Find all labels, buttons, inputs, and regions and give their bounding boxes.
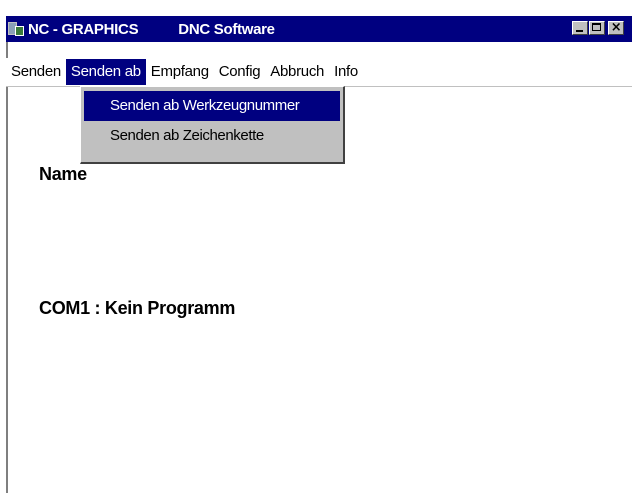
menu-item-senden-ab-werkzeugnummer[interactable]: Senden ab Werkzeugnummer [84,91,340,121]
menu-abbruch[interactable]: Abbruch [265,59,329,85]
menu-info[interactable]: Info [329,59,363,85]
menu-item-senden-ab-zeichenkette[interactable]: Senden ab Zeichenkette [84,121,340,151]
menu-senden-ab[interactable]: Senden ab [65,59,146,85]
window-controls: × [572,21,625,35]
title-bar[interactable]: NC - GRAPHICS DNC Software × [6,16,632,42]
maximize-icon[interactable] [589,21,605,35]
menu-config[interactable]: Config [214,59,266,85]
status-text: COM1 : Kein Programm [39,298,236,318]
menu-empfang[interactable]: Empfang [146,59,214,85]
senden-ab-dropdown: Senden ab Werkzeugnummer Senden ab Zeich… [80,86,345,164]
window-subtitle: DNC Software [178,20,275,38]
name-label: Name [39,164,87,184]
minimize-icon[interactable] [572,21,588,35]
menu-senden[interactable]: Senden [6,59,66,85]
menu-bar: Senden Senden ab Empfang Config Abbruch … [6,58,632,86]
close-icon[interactable]: × [608,21,624,35]
pc-network-icon[interactable] [8,21,24,37]
window-title: NC - GRAPHICS [28,20,139,38]
